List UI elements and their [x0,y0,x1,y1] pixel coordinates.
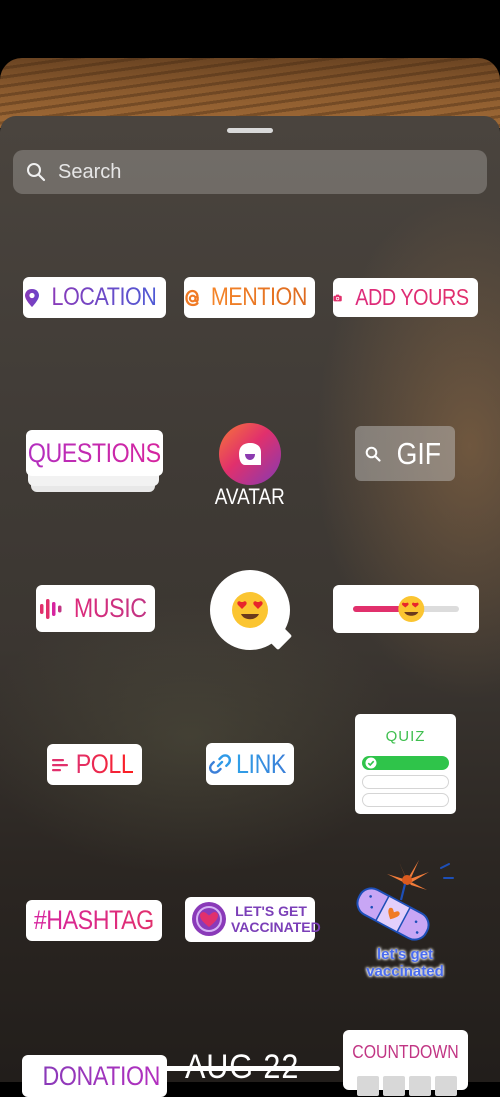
vaccinated-text: LET'S GET VACCINATED [231,903,321,935]
heart-eyes-emoji-icon [232,592,268,628]
quiz-sticker[interactable]: QUIZ [355,714,456,814]
countdown-digit-box [409,1076,431,1096]
countdown-digit-box [435,1076,457,1096]
search-icon [365,446,381,462]
music-label: MUSIC [73,593,147,623]
quiz-option [362,775,449,789]
emoji-slider-sticker[interactable] [333,585,479,633]
quiz-option [362,793,449,807]
donation-sticker[interactable]: DONATION [22,1055,167,1097]
vaccinated-line2: VACCINATED [231,919,321,935]
vaccinated-art-sticker[interactable]: let's get vaccinated [345,852,465,982]
questions-label: QUESTIONS [28,437,161,468]
camera-icon [333,294,342,301]
link-sticker[interactable]: LINK [206,743,294,785]
avatar-label: AVATAR [214,484,286,509]
home-indicator[interactable] [160,1066,340,1071]
mention-label: MENTION [210,283,308,311]
music-bars-icon [39,598,62,619]
heart-hands-icon [192,902,226,936]
gif-sticker[interactable]: GIF [355,426,455,481]
avatar-sticker[interactable] [219,423,281,485]
mention-sticker[interactable]: MENTION [184,277,315,318]
avatar-face-icon [239,443,261,465]
donation-label: DONATION [42,1060,161,1091]
quiz-title: QUIZ [385,728,426,745]
location-label: LOCATION [51,283,157,311]
vaccinated-art-line1: let's get [376,946,434,963]
music-sticker[interactable]: MUSIC [36,585,155,632]
add-yours-sticker[interactable]: ADD YOURS [333,278,478,317]
emoji-reaction-sticker[interactable] [210,570,290,650]
countdown-sticker[interactable]: COUNTDOWN [343,1030,468,1096]
drag-handle[interactable] [227,128,273,133]
location-pin-icon [25,288,40,307]
questions-sticker[interactable]: QUESTIONS [26,430,163,476]
countdown-digit-box [383,1076,405,1096]
threads-at-icon [185,289,199,306]
link-chain-icon [209,754,232,774]
poll-sticker[interactable]: POLL [47,744,142,785]
poll-lines-icon [51,758,68,771]
location-sticker[interactable]: LOCATION [23,277,166,318]
countdown-digit-box [357,1076,379,1096]
gif-label: GIF [396,435,442,471]
quiz-correct-option [362,756,449,770]
search-input[interactable] [56,159,440,185]
hashtag-sticker[interactable]: #HASHTAG [26,900,162,941]
add-yours-label: ADD YOURS [355,284,469,310]
search-bar[interactable] [13,150,487,194]
poll-label: POLL [75,749,134,779]
hashtag-label: #HASHTAG [34,905,154,935]
search-icon [27,163,46,182]
link-label: LINK [236,748,287,779]
check-icon [365,757,377,769]
vaccinated-art-caption: let's get vaccinated [345,946,465,980]
vaccinated-sticker[interactable]: LET'S GET VACCINATED [185,897,321,942]
bandage-flower-icon [356,860,454,941]
countdown-title: COUNTDOWN [352,1042,459,1062]
vaccinated-art-line2: vaccinated [366,963,444,980]
vaccinated-line1: LET'S GET [235,903,307,919]
emoji-slider[interactable] [333,585,479,633]
